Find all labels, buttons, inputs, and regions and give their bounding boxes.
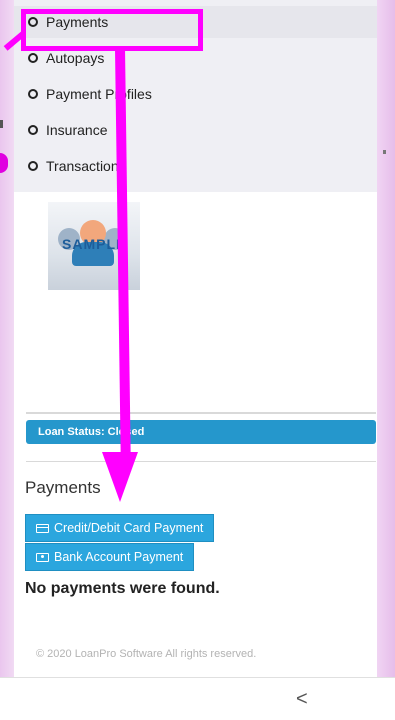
bank-payment-button[interactable]: Bank Account Payment xyxy=(25,543,195,571)
chevron-left-icon[interactable]: < xyxy=(296,689,308,709)
card-payment-label: Credit/Debit Card Payment xyxy=(54,521,204,535)
payments-title: Payments xyxy=(25,478,101,497)
radio-circle-icon xyxy=(28,89,38,99)
menu-item-label: Transactions xyxy=(46,158,126,174)
radio-circle-icon xyxy=(28,125,38,135)
annotation-arrow-head xyxy=(102,452,138,502)
bottom-navigation-bar: < xyxy=(0,677,395,720)
menu-item-payment-profiles[interactable]: Payment Profiles xyxy=(28,78,368,110)
menu-item-label: Autopays xyxy=(46,50,105,66)
menu-item-transactions[interactable]: Transactions xyxy=(28,150,368,182)
credit-card-icon xyxy=(36,523,49,533)
bottom-bar-left xyxy=(0,678,226,720)
menu-item-insurance[interactable]: Insurance xyxy=(28,114,368,146)
menu-item-label: Payment Profiles xyxy=(46,86,152,102)
divider xyxy=(26,461,376,462)
annotation-highlight-box xyxy=(21,9,203,51)
annotation-left-marker xyxy=(0,153,8,173)
edge-mark xyxy=(0,120,3,128)
edge-mark xyxy=(383,150,386,154)
card-payment-button[interactable]: Credit/Debit Card Payment xyxy=(25,514,215,542)
bank-payment-label: Bank Account Payment xyxy=(54,550,184,564)
page-container: Payments Autopays Payment Profiles Insur… xyxy=(14,0,377,720)
radio-circle-icon xyxy=(28,53,38,63)
empty-payments-message: No payments were found. xyxy=(25,580,220,597)
radio-circle-icon xyxy=(28,161,38,171)
footer-copyright: © 2020 LoanPro Software All rights reser… xyxy=(36,648,257,660)
divider xyxy=(26,412,376,414)
loan-status-bar: Loan Status: Closed xyxy=(26,420,376,444)
menu-item-label: Insurance xyxy=(46,122,108,138)
money-bill-icon xyxy=(36,552,49,562)
